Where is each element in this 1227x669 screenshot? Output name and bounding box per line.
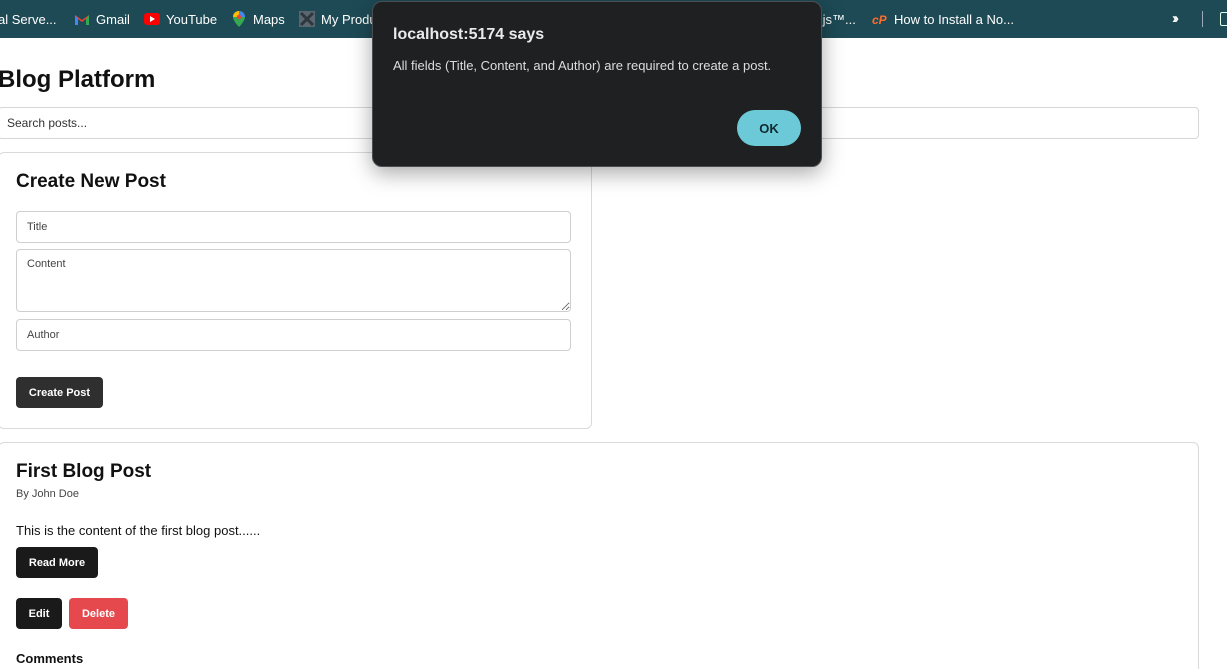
page-title: Blog Platform	[0, 66, 156, 93]
bookmark-label: YouTube	[166, 11, 218, 27]
content-textarea[interactable]	[16, 249, 571, 312]
dialog-message: All fields (Title, Content, and Author) …	[393, 58, 772, 73]
delete-button[interactable]: Delete	[69, 598, 128, 629]
post-author: By John Doe	[16, 488, 79, 500]
author-input[interactable]	[16, 319, 571, 351]
chevrons-right-icon[interactable]: ››	[1172, 10, 1190, 28]
post-card	[0, 442, 1199, 669]
maps-pin-icon	[231, 11, 247, 27]
bookmark-label: Gmail	[96, 11, 130, 27]
toolbar-divider	[1202, 11, 1203, 27]
comments-heading: Comments	[16, 651, 84, 666]
create-post-heading: Create New Post	[16, 171, 166, 192]
alert-dialog: localhost:5174 says All fields (Title, C…	[372, 1, 822, 167]
svg-text:cP: cP	[872, 13, 888, 25]
create-post-button[interactable]: Create Post	[16, 377, 103, 408]
bookmark-gmail[interactable]: Gmail	[74, 0, 130, 38]
product-icon	[299, 11, 315, 27]
bookmark-youtube[interactable]: YouTube	[144, 0, 217, 38]
bookmark-local-server[interactable]: al Serve...	[0, 0, 57, 38]
edit-button[interactable]: Edit	[16, 598, 62, 629]
side-panel-icon[interactable]	[1220, 12, 1227, 26]
bookmark-my-products[interactable]: My Produ	[299, 0, 377, 38]
post-title: First Blog Post	[16, 461, 152, 482]
bookmark-label: .js™...	[819, 11, 856, 27]
youtube-icon	[144, 11, 160, 27]
post-excerpt: This is the content of the first blog po…	[16, 523, 261, 538]
bookmark-label: How to Install a No...	[894, 11, 1014, 27]
bookmark-maps[interactable]: Maps	[231, 0, 285, 38]
cpanel-icon: cP	[872, 11, 888, 27]
read-more-button[interactable]: Read More	[16, 547, 98, 578]
bookmark-how-to-install[interactable]: cP How to Install a No...	[872, 0, 1014, 38]
gmail-icon	[74, 11, 90, 27]
dialog-title: localhost:5174 says	[393, 26, 545, 43]
bookmark-label: Maps	[253, 11, 285, 27]
bookmark-label: My Produ	[321, 11, 377, 27]
bookmark-label: al Serve...	[0, 11, 57, 27]
bookmark-js[interactable]: .js™...	[819, 0, 856, 38]
ok-button[interactable]: OK	[737, 110, 801, 146]
title-input[interactable]	[16, 211, 571, 243]
